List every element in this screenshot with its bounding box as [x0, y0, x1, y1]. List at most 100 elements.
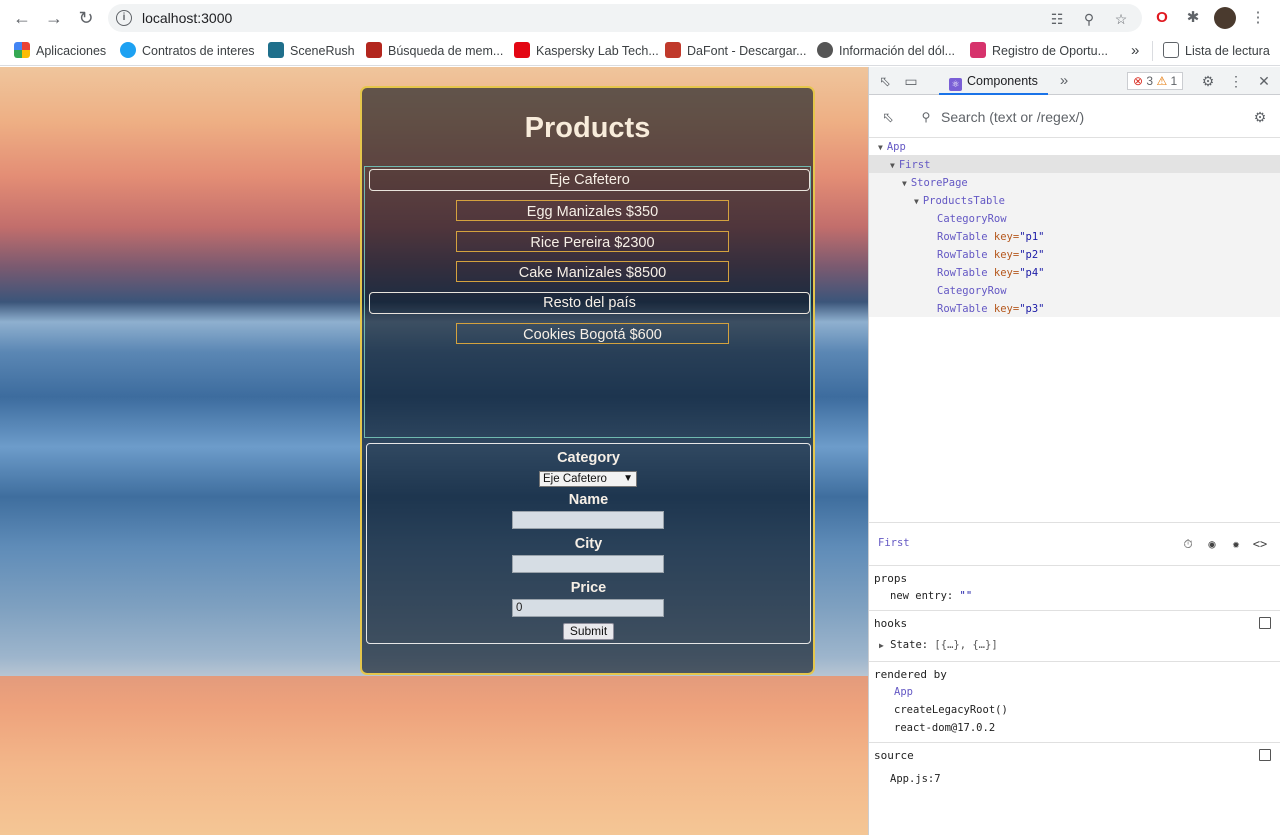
category-label: Category — [557, 450, 620, 466]
opera-extension-icon[interactable]: O — [1151, 7, 1173, 29]
copy-icon[interactable] — [1259, 749, 1271, 761]
devtools-menu-icon[interactable]: ⋮ — [1227, 72, 1245, 90]
tree-node-key-value: "p3" — [1019, 303, 1045, 315]
tab-components-label: Components — [967, 74, 1038, 88]
tree-node-rowtable[interactable]: RowTable key="p3" — [937, 300, 1045, 318]
city-input[interactable] — [512, 555, 664, 573]
bookmark-label: Información del dól... — [839, 44, 956, 58]
zoom-icon[interactable]: ⚲ — [1080, 10, 1098, 28]
prop-key: new entry: — [890, 590, 954, 602]
scenerush-icon — [268, 42, 284, 58]
hooks-section: hooks ▶ State: [{…}, {…}] — [869, 611, 1280, 662]
submit-button[interactable]: Submit — [563, 623, 614, 640]
extensions-puzzle-icon[interactable]: ✱ — [1182, 7, 1204, 29]
warning-count: 1 — [1170, 74, 1178, 88]
tree-node-first[interactable]: ▼ First — [890, 156, 930, 174]
name-label: Name — [568, 492, 609, 508]
products-panel: Products Eje Cafetero Egg Manizales $350… — [360, 86, 815, 675]
device-toolbar-icon[interactable]: ▭ — [902, 72, 920, 90]
tree-node-app[interactable]: ▼ App — [878, 138, 906, 156]
copy-icon[interactable] — [1259, 617, 1271, 629]
component-search-input[interactable]: Search (text or /regex/) — [941, 109, 1084, 125]
browser-menu-icon[interactable]: ⋮ — [1247, 7, 1269, 29]
price-label: Price — [570, 580, 607, 596]
inspect-element-icon[interactable]: ⬁ — [876, 72, 894, 90]
product-row: Cookies Bogotá $600 — [456, 323, 729, 344]
tree-node-key: key= — [993, 231, 1020, 243]
translate-icon[interactable]: ☷ — [1048, 10, 1066, 28]
tree-node-productstable[interactable]: ▼ ProductsTable — [914, 192, 1005, 210]
registro-icon — [970, 42, 986, 58]
browser-toolbar: ← → ↻ i localhost:3000 ☷ ⚲ ☆ O ✱ ⋮ — [0, 0, 1280, 36]
tree-node-label: RowTable — [937, 303, 988, 315]
address-bar[interactable]: i localhost:3000 ☷ ⚲ ☆ — [108, 4, 1142, 32]
hook-key: State: — [890, 639, 929, 651]
bookmark-informacion[interactable]: Información del dól... — [817, 41, 955, 61]
eye-icon[interactable]: ◉ — [1204, 536, 1220, 552]
tree-node-rowtable[interactable]: RowTable key="p1" — [937, 228, 1045, 246]
rendered-by-section: rendered by App createLegacyRoot() react… — [869, 662, 1280, 743]
bookmark-busqueda[interactable]: Búsqueda de mem... — [366, 41, 503, 61]
bookmark-contratos[interactable]: Contratos de interes — [120, 41, 255, 61]
tree-node-storepage[interactable]: ▼ StorePage — [902, 174, 968, 192]
stopwatch-icon[interactable]: ⏱ — [1180, 536, 1196, 552]
close-devtools-icon[interactable]: ✕ — [1255, 72, 1273, 90]
rendered-by-item[interactable]: App — [894, 686, 913, 698]
view-source-icon[interactable]: <> — [1252, 536, 1268, 552]
settings-gear-icon[interactable]: ⚙ — [1199, 72, 1217, 90]
react-components-icon: ⚛ — [949, 78, 962, 91]
source-file[interactable]: App.js:7 — [890, 773, 941, 785]
tree-node-categoryrow[interactable]: CategoryRow — [937, 210, 1007, 228]
city-label: City — [574, 536, 603, 552]
props-title: props — [874, 572, 908, 585]
category-row: Resto del país — [369, 292, 810, 314]
search-mem-icon — [366, 42, 382, 58]
tab-components[interactable]: ⚛ Components — [939, 67, 1048, 95]
chevron-down-icon: ▼ — [623, 473, 633, 484]
back-arrow-icon[interactable]: ← — [10, 6, 34, 30]
apps-grid-icon — [14, 42, 30, 58]
reload-icon[interactable]: ↻ — [74, 6, 98, 30]
tree-node-categoryrow[interactable]: CategoryRow — [937, 282, 1007, 300]
issues-counter[interactable]: ⊗ 3 ⚠ 1 — [1127, 72, 1184, 90]
rendered-by-title: rendered by — [874, 668, 947, 681]
price-input[interactable]: 0 — [512, 599, 664, 617]
page-title: Products — [524, 112, 651, 144]
product-row: Egg Manizales $350 — [456, 200, 729, 221]
category-select[interactable]: Eje Cafetero ▼ — [539, 471, 637, 487]
contract-icon — [120, 42, 136, 58]
reading-list-button[interactable]: Lista de lectura — [1152, 41, 1270, 61]
caret-down-icon: ▼ — [878, 143, 883, 152]
hook-value: [{…}, {…}] — [934, 639, 998, 651]
product-row: Rice Pereira $2300 — [456, 231, 729, 252]
tree-node-label: App — [886, 141, 906, 153]
forward-arrow-icon[interactable]: → — [42, 6, 66, 30]
tree-node-rowtable[interactable]: RowTable key="p2" — [937, 246, 1045, 264]
hook-state[interactable]: ▶ State: [{…}, {…}] — [879, 639, 998, 651]
caret-down-icon: ▼ — [902, 179, 907, 188]
name-input[interactable] — [512, 511, 664, 529]
bookmark-scenerush[interactable]: SceneRush — [268, 41, 355, 61]
category-row: Eje Cafetero — [369, 169, 810, 191]
site-info-icon[interactable]: i — [116, 10, 132, 26]
bookmark-kaspersky[interactable]: Kaspersky Lab Tech... — [514, 41, 659, 61]
select-element-icon[interactable]: ⬁ — [879, 108, 897, 126]
bookmark-registro[interactable]: Registro de Oportu... — [970, 41, 1108, 61]
bug-icon[interactable]: ✹ — [1228, 536, 1244, 552]
dafont-icon — [665, 42, 681, 58]
source-section: source App.js:7 — [869, 743, 1280, 789]
bookmark-aplicaciones[interactable]: Aplicaciones — [14, 41, 106, 61]
kaspersky-icon — [514, 42, 530, 58]
tree-node-rowtable[interactable]: RowTable key="p4" — [937, 264, 1045, 282]
bookmark-star-icon[interactable]: ☆ — [1112, 10, 1130, 28]
profile-avatar-icon[interactable] — [1214, 7, 1236, 29]
more-tabs-button[interactable]: » — [1055, 72, 1073, 90]
bookmark-label: Registro de Oportu... — [992, 44, 1109, 58]
component-settings-gear-icon[interactable]: ⚙ — [1251, 108, 1269, 126]
bookmark-dafont[interactable]: DaFont - Descargar... — [665, 41, 807, 61]
prop-entry[interactable]: new entry: "" — [890, 590, 972, 602]
inspector-header: First ⏱ ◉ ✹ <> — [869, 523, 1280, 566]
url-text[interactable]: localhost:3000 — [142, 10, 232, 26]
globe-icon — [817, 42, 833, 58]
more-bookmarks-button[interactable]: » — [1131, 41, 1139, 61]
